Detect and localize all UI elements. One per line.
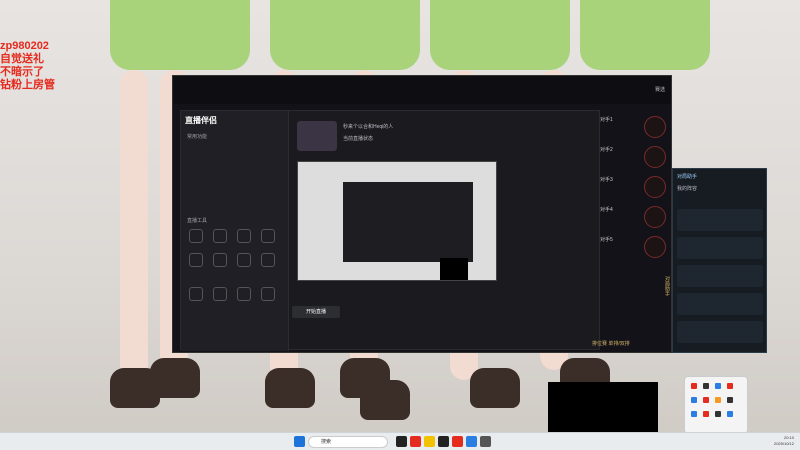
skirt: [430, 0, 570, 70]
system-tray-popup: [684, 376, 748, 434]
streamer-title: 秒来个以合和Heqi的人: [343, 124, 394, 130]
tool-tile[interactable]: [213, 229, 227, 243]
app-logo: 直播伴侣: [185, 116, 217, 125]
mode-label: 排位赛 单排/双排: [592, 341, 630, 347]
tray-icon[interactable]: [703, 397, 709, 403]
overlay-line: zp980202: [0, 40, 49, 52]
section-common-label: 常用功能: [187, 134, 208, 140]
tray-icon[interactable]: [727, 397, 733, 403]
tool-tile[interactable]: [261, 253, 275, 267]
team-row[interactable]: [677, 265, 763, 287]
tool-tile[interactable]: [237, 253, 251, 267]
team-row[interactable]: [677, 321, 763, 343]
app-icon[interactable]: [452, 436, 463, 447]
app-icon[interactable]: [424, 436, 435, 447]
shoe: [360, 380, 410, 420]
tray-icon[interactable]: [715, 411, 721, 417]
opponent-slot[interactable]: 对手3: [600, 176, 670, 198]
tool-tile[interactable]: [213, 287, 227, 301]
tray-icon[interactable]: [691, 383, 697, 389]
tool-tile[interactable]: [213, 253, 227, 267]
tray-icon[interactable]: [703, 383, 709, 389]
game-topbar: 赛选: [173, 76, 671, 104]
section-tools-label: 直播工具: [187, 218, 208, 224]
stream-overlay-text: zp980202 自觉送礼 不暗示了 钻粉上房管: [0, 40, 55, 92]
top-right-label: 赛选: [654, 87, 665, 93]
opponent-slot[interactable]: 对手5: [600, 236, 670, 258]
tray-icon[interactable]: [703, 411, 709, 417]
tool-tile[interactable]: [237, 229, 251, 243]
tool-tile[interactable]: [189, 253, 203, 267]
team-row[interactable]: [677, 237, 763, 259]
preview-screen: [343, 182, 473, 262]
app-icon[interactable]: [438, 436, 449, 447]
app-icon[interactable]: [480, 436, 491, 447]
tray-icon[interactable]: [715, 383, 721, 389]
opponent-slot[interactable]: 对手2: [600, 146, 670, 168]
streamer-avatar: [297, 121, 337, 151]
overlay-line: 钻粉上房管: [0, 79, 55, 91]
start-icon[interactable]: [294, 436, 305, 447]
taskbar: 搜索 20:10 2025/10/12: [0, 432, 800, 450]
overlay-line: 不暗示了: [0, 66, 44, 78]
tray-icon[interactable]: [691, 397, 697, 403]
shoe: [470, 368, 520, 408]
tray-icon[interactable]: [715, 397, 721, 403]
team-row[interactable]: [677, 209, 763, 231]
start-stream-button[interactable]: 开始直播: [292, 306, 340, 318]
overlay-line: 自觉送礼: [0, 53, 44, 65]
skirt: [110, 0, 250, 70]
shoe: [265, 368, 315, 408]
clock-date: 2025/10/12: [773, 441, 794, 446]
leg: [120, 70, 148, 380]
taskbar-search[interactable]: 搜索: [308, 436, 388, 448]
skirt: [580, 0, 710, 70]
black-block: [440, 258, 468, 280]
team-assistant-panel: 对局助手 我的阵容: [672, 168, 767, 353]
opponents-panel: 对手1 对手2 对手3 对手4 对手5: [600, 110, 670, 280]
opponent-slot[interactable]: 对手4: [600, 206, 670, 228]
tool-tile[interactable]: [261, 287, 275, 301]
tool-tile[interactable]: [261, 229, 275, 243]
assistant-side-label[interactable]: 对局助手: [664, 276, 671, 296]
shoe: [150, 358, 200, 398]
team-row[interactable]: [677, 293, 763, 315]
status-text: 当前直播状态: [343, 136, 374, 142]
tray-icon[interactable]: [727, 411, 733, 417]
app-icon[interactable]: [396, 436, 407, 447]
team-tab[interactable]: 我的阵容: [677, 185, 697, 192]
tray-icon[interactable]: [691, 411, 697, 417]
tool-tile[interactable]: [189, 287, 203, 301]
app-icon[interactable]: [466, 436, 477, 447]
tool-tile[interactable]: [189, 229, 203, 243]
opponent-slot[interactable]: 对手1: [600, 116, 670, 138]
team-panel-title: 对局助手: [677, 174, 698, 180]
tool-tile[interactable]: [237, 287, 251, 301]
taskbar-clock[interactable]: 20:10 2025/10/12: [774, 435, 794, 447]
tray-icon[interactable]: [727, 383, 733, 389]
app-icon[interactable]: [410, 436, 421, 447]
skirt: [270, 0, 420, 70]
app-sidebar: 直播伴侣 常用功能 直播工具: [181, 111, 289, 351]
streaming-app-window: 直播伴侣 常用功能 直播工具 秒来个以合和Heqi的人 当前直播状态: [180, 110, 600, 351]
